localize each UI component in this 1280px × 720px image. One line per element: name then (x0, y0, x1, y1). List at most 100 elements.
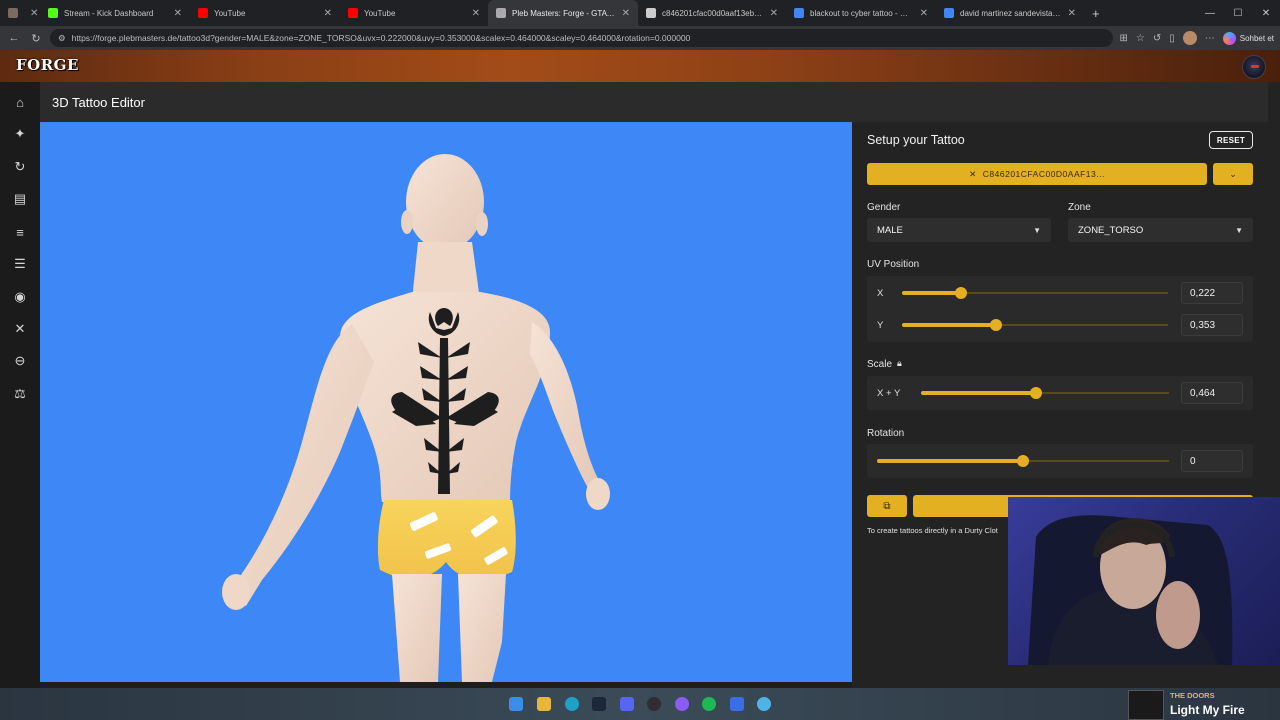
maximize-icon[interactable]: ☐ (1224, 0, 1252, 26)
site-info-icon[interactable]: ⚙ (58, 33, 66, 44)
new-tab-icon[interactable]: + (1084, 0, 1106, 26)
tab-label: YouTube (364, 8, 396, 18)
model-leg-left (392, 574, 442, 682)
browser-tab[interactable]: david martinez sandevistan - Goo ✕ (936, 0, 1084, 26)
copilot-label: Sohbet et (1239, 33, 1274, 43)
user-avatar[interactable] (1242, 55, 1266, 79)
uv-x-slider[interactable] (902, 286, 1168, 300)
reload-icon[interactable]: ↻ (28, 32, 44, 45)
home-icon[interactable]: ⌂ (12, 94, 28, 110)
url-field[interactable]: ⚙ https://forge.plebmasters.de/tattoo3d?… (50, 29, 1114, 47)
copy-button[interactable]: ⧉ (867, 495, 907, 517)
model-ear-left (401, 210, 413, 234)
scale-group: X + Y 0,464 (867, 376, 1253, 410)
spotify-icon[interactable] (702, 697, 716, 711)
clear-hash-icon[interactable]: ✕ (969, 169, 977, 180)
tab-close-icon[interactable]: ✕ (30, 8, 38, 19)
browser-tab[interactable]: ✕ (0, 0, 40, 26)
rotation-input[interactable]: 0 (1181, 450, 1243, 472)
storage-icon[interactable]: ☰ (12, 256, 28, 272)
sparkle-icon[interactable]: ✦ (12, 126, 28, 142)
lock-icon[interactable]: 🔒︎ (897, 358, 902, 369)
bookmark-star-icon[interactable]: ☆ (1136, 33, 1145, 44)
app-install-icon[interactable]: ⊞ (1119, 33, 1127, 44)
tattoo-3d-viewport[interactable] (40, 122, 852, 682)
discord-icon[interactable] (620, 697, 634, 711)
create-hint-text: To create tattoos directly in a Durty Cl… (867, 526, 998, 535)
windows-taskbar (0, 688, 1280, 720)
uv-y-slider[interactable] (902, 318, 1168, 332)
hash-dropdown-button[interactable]: ⌄ (1213, 163, 1253, 185)
uv-x-input[interactable]: 0,222 (1181, 282, 1243, 304)
tab-close-icon[interactable]: ✕ (622, 8, 630, 19)
url-text: https://forge.plebmasters.de/tattoo3d?ge… (71, 33, 691, 43)
tab-close-icon[interactable]: ✕ (324, 8, 332, 19)
profile-avatar[interactable] (1182, 31, 1197, 45)
playlist-icon[interactable]: ≡ (12, 224, 28, 240)
tab-close-icon[interactable]: ✕ (770, 8, 778, 19)
copilot-button[interactable]: Sohbet et (1222, 31, 1274, 45)
start-menu-icon[interactable] (509, 697, 523, 711)
obs-icon[interactable] (647, 697, 661, 711)
file-explorer-icon[interactable] (537, 697, 551, 711)
forge-logo[interactable]: FORGE (16, 56, 78, 76)
model-arm-right (530, 322, 600, 488)
now-playing-artist: THE DOORS (1170, 691, 1215, 700)
scale-input[interactable]: 0,464 (1181, 382, 1243, 404)
sidebar-toggle-icon[interactable]: ▯ (1169, 33, 1175, 44)
tab-close-icon[interactable]: ✕ (174, 8, 182, 19)
tab-favicon-icon (496, 8, 506, 18)
tab-label: Stream - Kick Dashboard (64, 8, 154, 18)
extensions-icon[interactable]: ↺ (1153, 33, 1161, 44)
tab-label: YouTube (214, 8, 246, 18)
tab-favicon-icon (794, 8, 804, 18)
more-icon[interactable]: ⊖ (12, 353, 28, 369)
scale-thumb[interactable] (1030, 387, 1043, 399)
tool-icon[interactable] (730, 697, 744, 711)
uv-x-thumb[interactable] (955, 287, 968, 299)
gender-select[interactable]: MALE ▼ (867, 218, 1051, 242)
reset-button[interactable]: RESET (1209, 131, 1253, 149)
close-window-icon[interactable]: ✕ (1252, 0, 1280, 26)
globe-icon[interactable] (757, 697, 771, 711)
rotation-group: 0 (867, 444, 1253, 478)
back-icon[interactable]: ← (6, 32, 22, 44)
streamer-hand (1156, 581, 1200, 649)
uv-y-thumb[interactable] (989, 319, 1002, 331)
browser-tab[interactable]: YouTube ✕ (340, 0, 488, 26)
uv-position-label: UV Position (867, 259, 920, 270)
rotation-slider[interactable] (877, 454, 1169, 468)
tattoo-hash-chip[interactable]: ✕ C846201CFAC00D0AAF13... (867, 163, 1207, 185)
browser-tab[interactable]: c846201cfac00d0aaf13ebecf4d21 ✕ (638, 0, 786, 26)
model-arm-left (228, 324, 374, 606)
browser-tab[interactable]: YouTube ✕ (190, 0, 340, 26)
edge-browser-icon[interactable] (565, 697, 579, 711)
minimize-icon[interactable]: — (1196, 0, 1224, 26)
tab-favicon-icon (944, 8, 954, 18)
more-menu-icon[interactable]: ⋯ (1205, 33, 1215, 44)
tab-close-icon[interactable]: ✕ (1068, 8, 1076, 19)
browser-tab[interactable]: blackout to cyber tattoo - Google ✕ (786, 0, 936, 26)
uv-y-input[interactable]: 0,353 (1181, 314, 1243, 336)
steam-icon[interactable] (592, 697, 606, 711)
model-neck (412, 242, 480, 300)
browser-tab[interactable]: Stream - Kick Dashboard ✕ (40, 0, 190, 26)
browser-tab[interactable]: Pleb Masters: Forge - GTA V 3D Ta ✕ (488, 0, 638, 26)
tab-close-icon[interactable]: ✕ (472, 8, 480, 19)
scale-icon[interactable]: ⚖ (12, 386, 28, 402)
zone-select[interactable]: ZONE_TORSO ▼ (1068, 218, 1253, 242)
history-icon[interactable]: ↻ (12, 159, 28, 175)
left-sidebar: ⌂ ✦ ↻ ▤ ≡ ☰ ◉ ✕ ⊖ ⚖ (0, 82, 40, 688)
album-art (1128, 690, 1164, 720)
tools-icon[interactable]: ✕ (12, 321, 28, 337)
gender-label: Gender (867, 202, 901, 213)
app-icon[interactable] (675, 697, 689, 711)
scale-slider[interactable] (921, 386, 1169, 400)
tab-close-icon[interactable]: ✕ (920, 8, 928, 19)
model-shorts (377, 500, 516, 581)
scale-axis-label: X + Y (877, 388, 901, 399)
copy-icon: ⧉ (883, 500, 891, 512)
database-icon[interactable]: ◉ (12, 289, 28, 305)
rotation-thumb[interactable] (1017, 455, 1029, 467)
map-icon[interactable]: ▤ (12, 191, 28, 207)
